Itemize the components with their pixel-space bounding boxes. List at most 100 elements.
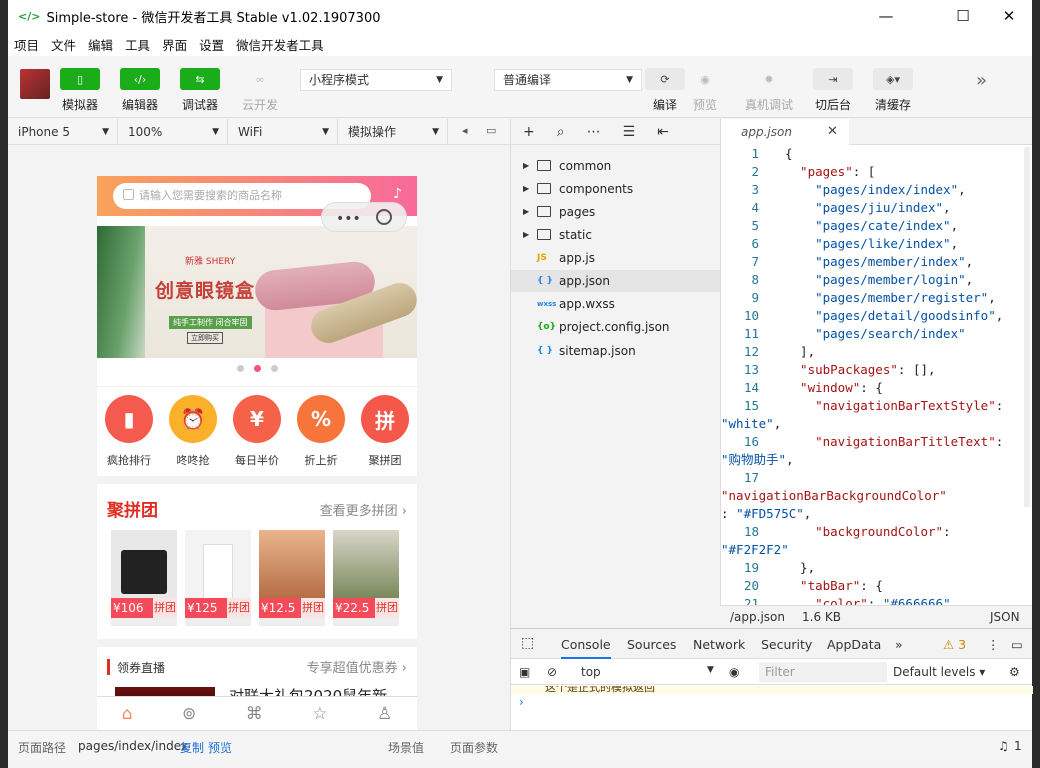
tree-item-sitemap[interactable]: { } sitemap.json: [511, 340, 721, 362]
tree-item-static[interactable]: ▶ static: [511, 224, 721, 246]
more-tabs-icon[interactable]: »: [895, 637, 903, 652]
sort-icon[interactable]: ☰: [623, 124, 636, 140]
context-select[interactable]: top: [581, 665, 601, 679]
tab-security[interactable]: Security: [761, 637, 812, 652]
preview-button[interactable]: ◉ 预览: [675, 68, 735, 113]
capsule-menu[interactable]: •••: [321, 202, 407, 232]
user-icon[interactable]: ♙: [377, 704, 392, 724]
avatar[interactable]: [20, 69, 50, 99]
network-select[interactable]: WiFi ▼: [228, 119, 338, 145]
eye-icon[interactable]: ◉: [729, 665, 739, 679]
category-crazy-ranking[interactable]: ▮ 疯抢排行: [97, 395, 161, 468]
close-tab-icon[interactable]: ✕: [827, 119, 838, 145]
scene-value[interactable]: 场景值: [388, 739, 424, 756]
bell-icon[interactable]: ♪: [393, 186, 402, 202]
more-link[interactable]: 查看更多拼团 ›: [320, 500, 407, 519]
menu-wechat-devtools[interactable]: 微信开发者工具: [236, 35, 324, 54]
tree-item-project-config[interactable]: {o} project.config.json: [511, 316, 721, 338]
warning-count[interactable]: ⚠ 3: [943, 637, 966, 652]
category-icon[interactable]: ⌘: [246, 704, 263, 724]
simulator-panel: 请输入您需要搜索的商品名称 ♪ 新雅 SHERY 创意眼镜盒 纯手工制作 闭合牢…: [8, 145, 510, 730]
operation-select[interactable]: 模拟操作 ▼: [338, 119, 448, 145]
editor-toggle[interactable]: ‹/› 编辑器: [110, 68, 170, 113]
chevron-down-icon: ▼: [707, 665, 714, 675]
product-card[interactable]: ¥12.5 拼团: [259, 530, 325, 626]
add-icon[interactable]: +: [523, 124, 535, 140]
tree-item-app-json[interactable]: { } app.json: [511, 270, 721, 292]
sidebar-toggle-icon[interactable]: ▣: [519, 665, 530, 679]
kebab-menu-icon[interactable]: ⋮: [987, 637, 1000, 652]
category-flash-sale[interactable]: ⏰ 咚咚抢: [161, 395, 225, 468]
filter-input[interactable]: Filter: [759, 662, 887, 682]
tree-item-common[interactable]: ▶ common: [511, 155, 721, 177]
clear-console-icon[interactable]: ⊘: [547, 665, 557, 679]
banner[interactable]: 新雅 SHERY 创意眼镜盒 纯手工制作 闭合牢固 立即购买: [97, 226, 417, 358]
chevron-right-icon: ▶: [523, 161, 530, 170]
menu-file[interactable]: 文件: [51, 35, 76, 54]
tree-item-app-js[interactable]: JS app.js: [511, 247, 721, 269]
file-name: common: [559, 159, 612, 173]
tab-network[interactable]: Network: [693, 637, 745, 652]
cloud-button[interactable]: ∞ 云开发: [230, 68, 290, 113]
star-icon[interactable]: ☆: [312, 704, 327, 724]
real-debug-button[interactable]: ✹ 真机调试: [739, 68, 799, 113]
product-card[interactable]: ¥106 拼团: [111, 530, 177, 626]
devtools-tabs: ⬚ Console Sources Network Security AppDa…: [511, 629, 1032, 659]
copy-link[interactable]: 复制: [180, 739, 204, 756]
menu-project[interactable]: 项目: [14, 35, 39, 54]
mode-select[interactable]: 小程序模式 ▼: [300, 69, 452, 91]
menu-interface[interactable]: 界面: [162, 35, 187, 54]
carousel-dot-active[interactable]: [253, 364, 261, 372]
mode-select-value: 小程序模式: [309, 73, 370, 87]
dock-icon[interactable]: ▭: [1011, 637, 1023, 652]
close-button[interactable]: ✕: [986, 0, 1032, 32]
console-prompt[interactable]: ›: [519, 695, 524, 709]
tree-item-components[interactable]: ▶ components: [511, 178, 721, 200]
debugger-toggle[interactable]: ⇆ 调试器: [170, 68, 230, 113]
menu-tools[interactable]: 工具: [125, 35, 150, 54]
category-group-buy[interactable]: 拼聚拼团: [353, 395, 417, 468]
clear-cache-button[interactable]: ◈▾ 清缓存: [863, 68, 923, 113]
inspect-icon[interactable]: ⬚: [521, 635, 534, 651]
more-icon[interactable]: »: [976, 70, 987, 91]
volume-icon[interactable]: ◂: [462, 124, 468, 137]
gear-icon[interactable]: ⚙: [1009, 665, 1020, 679]
levels-select[interactable]: Default levels ▾: [893, 665, 985, 679]
compile-select[interactable]: 普通编译 ▼: [494, 69, 642, 91]
home-icon[interactable]: ⌂: [122, 704, 133, 724]
more-icon[interactable]: ⋯: [587, 124, 601, 140]
product-card[interactable]: ¥125 拼团: [185, 530, 251, 626]
carousel-dot[interactable]: [270, 364, 278, 372]
tree-item-app-wxss[interactable]: wxss app.wxss: [511, 293, 721, 315]
tab-appdata[interactable]: AppData: [827, 637, 881, 652]
carousel-dot[interactable]: [236, 364, 244, 372]
maximize-button[interactable]: ☐: [940, 0, 986, 32]
more-dots-icon[interactable]: •••: [336, 211, 361, 227]
tab-console[interactable]: Console: [561, 637, 611, 659]
menu-edit[interactable]: 编辑: [88, 35, 113, 54]
close-circle-icon[interactable]: [376, 209, 392, 225]
collapse-icon[interactable]: ⇤: [657, 124, 669, 140]
status-bar: 页面路径 pages/index/index 复制 预览 场景值 页面参数 ♫ …: [8, 730, 1032, 760]
tree-item-pages[interactable]: ▶ pages: [511, 201, 721, 223]
product-card[interactable]: ¥22.5 拼团: [333, 530, 399, 626]
banner-cta[interactable]: 立即购买: [187, 332, 223, 344]
vertical-scrollbar[interactable]: [1024, 147, 1030, 507]
background-button[interactable]: ⇥ 切后台: [803, 68, 863, 113]
window-icon[interactable]: ▭: [486, 124, 496, 137]
coupon-icon[interactable]: ⊚: [182, 704, 196, 724]
device-select[interactable]: iPhone 5 ▼: [8, 119, 118, 145]
search-icon[interactable]: ⌕: [557, 124, 565, 140]
zoom-select[interactable]: 100% ▼: [118, 119, 228, 145]
minimize-button[interactable]: —: [863, 0, 909, 32]
preview-link[interactable]: 预览: [208, 739, 232, 756]
tab-sources[interactable]: Sources: [627, 637, 676, 652]
code-area[interactable]: 1{ 2 "pages": [ 3 "pages/index/index", 4…: [721, 145, 1021, 605]
category-half-price[interactable]: ¥ 每日半价: [225, 395, 289, 468]
simulator-toggle[interactable]: ▯ 模拟器: [50, 68, 110, 113]
more-link[interactable]: 专享超值优惠券 ›: [307, 657, 407, 676]
page-params[interactable]: 页面参数: [450, 739, 498, 756]
bell-icon[interactable]: ♫: [998, 739, 1009, 753]
menu-settings[interactable]: 设置: [199, 35, 224, 54]
category-discount[interactable]: % 折上折: [289, 395, 353, 468]
